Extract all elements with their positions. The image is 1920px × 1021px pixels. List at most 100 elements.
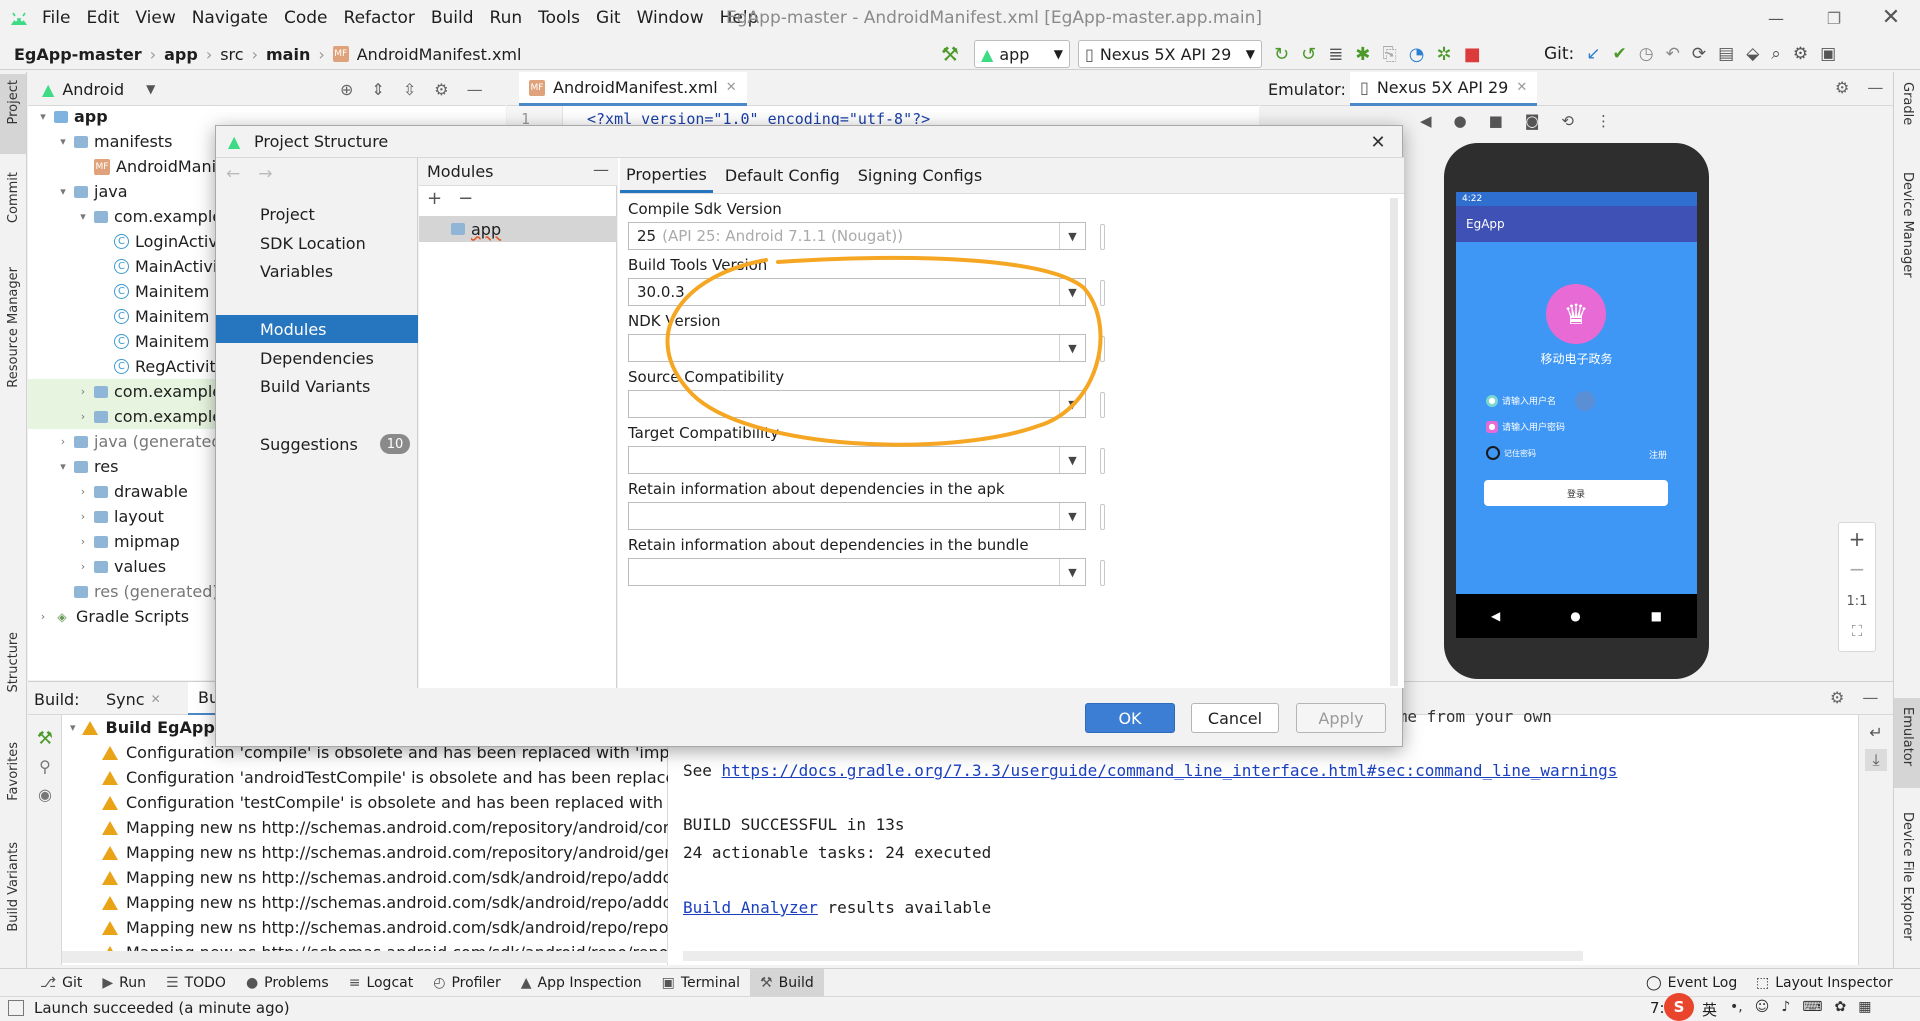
tool-tab-device-file-explorer[interactable]: Device File Explorer [1900, 812, 1915, 941]
breadcrumb-project[interactable]: EgApp-master [14, 45, 142, 64]
gradle-docs-link[interactable]: https://docs.gradle.org/7.3.3/userguide/… [722, 761, 1618, 780]
status-toggle-icon[interactable] [8, 1000, 24, 1016]
gear-icon[interactable]: ⚙ [1830, 688, 1844, 707]
sogou-ime-icon[interactable]: S [1664, 993, 1694, 1021]
debug-icon[interactable]: ✱ [1355, 44, 1370, 65]
menu-window[interactable]: Window [637, 8, 704, 28]
bottom-tab-logcat[interactable]: ≡ Logcat [339, 969, 424, 997]
chevron-icon[interactable]: › [76, 535, 90, 548]
back-icon[interactable]: ◀ [1420, 112, 1432, 130]
git-update-icon[interactable]: ↙ [1586, 44, 1600, 64]
git-commit-icon[interactable]: ✔ [1613, 44, 1627, 64]
gear-icon[interactable]: ⚙ [434, 80, 448, 99]
bottom-tab-build[interactable]: ⚒ Build [750, 969, 824, 997]
punctuation-icon[interactable]: •, [1730, 999, 1743, 1015]
emoji-icon[interactable]: ☺ [1755, 999, 1770, 1015]
username-field[interactable]: ● 请输入用户名 [1486, 394, 1556, 407]
bottom-tab-problems[interactable]: ● Problems [236, 969, 339, 997]
chevron-icon[interactable]: › [36, 610, 50, 623]
ide-update-icon[interactable]: ▣ [1820, 44, 1836, 64]
stop-icon[interactable]: ■ [1464, 44, 1481, 65]
tree-node[interactable]: ▾ java [56, 179, 127, 204]
tool-tab-commit[interactable]: Commit [6, 172, 21, 223]
add-module-icon[interactable]: + [427, 188, 442, 209]
run-config-select[interactable]: ▲ app ▼ [974, 40, 1070, 68]
chevron-icon[interactable]: › [76, 410, 90, 423]
bottom-tab-run[interactable]: ▶ Run [92, 969, 156, 997]
hammer-build-icon[interactable]: ⚒ [34, 727, 56, 749]
device-manager-icon[interactable]: ▤ [1718, 44, 1734, 64]
horizontal-scrollbar[interactable] [683, 951, 1583, 961]
event-log-tab[interactable]: ◯ Event Log [1636, 969, 1747, 997]
profile-icon[interactable]: ◔ [1409, 44, 1425, 65]
nav-suggestions[interactable]: Suggestions 10 [216, 430, 418, 458]
more-icon[interactable]: ⋮ [1596, 112, 1611, 130]
toolbox-icon[interactable]: ▦ [1858, 999, 1871, 1015]
nav-project[interactable]: Project [216, 200, 418, 228]
tree-node[interactable]: › drawable [76, 479, 188, 504]
close-tab-icon[interactable]: ✕ [151, 692, 161, 706]
menu-tools[interactable]: Tools [538, 8, 580, 28]
rerun-icon[interactable]: ↻ [1274, 44, 1289, 65]
menu-git[interactable]: Git [596, 8, 621, 28]
bottom-tab-terminal[interactable]: ▣ Terminal [652, 969, 750, 997]
build-tab-sync[interactable]: Sync ✕ [96, 682, 171, 716]
cancel-button[interactable]: Cancel [1191, 703, 1279, 733]
chevron-icon[interactable]: ▾ [36, 110, 50, 123]
fit-screen-icon[interactable]: ⛶ [1844, 618, 1870, 644]
tool-tab-structure[interactable]: Structure [6, 632, 21, 692]
tool-tab-device-manager[interactable]: Device Manager [1900, 172, 1915, 278]
breadcrumb-src[interactable]: src [220, 45, 243, 64]
hide-icon[interactable]: — [1867, 78, 1883, 97]
menu-build[interactable]: Build [431, 8, 474, 28]
editor-tab-manifest[interactable]: MF AndroidManifest.xml ✕ [519, 72, 747, 106]
menu-file[interactable]: File [42, 8, 70, 28]
tree-node[interactable]: C RegActivity [96, 354, 225, 379]
build-message[interactable]: Mapping new ns http://schemas.android.co… [62, 915, 668, 940]
coverage-icon[interactable]: ✲ [1437, 44, 1452, 65]
bottom-tab-app-inspection[interactable]: ▲ App Inspection [511, 969, 652, 997]
chevron-down-icon[interactable]: ▼ [146, 82, 155, 96]
tool-tab-favorites[interactable]: Favorites [6, 742, 21, 801]
gear-icon[interactable]: ⚙ [1793, 44, 1808, 64]
tree-node[interactable]: res (generated) [56, 579, 219, 604]
chevron-icon[interactable]: › [76, 485, 90, 498]
forward-arrow-icon[interactable]: → [258, 164, 272, 184]
device-select[interactable]: ▯ Nexus 5X API 29 ▼ [1078, 40, 1262, 68]
restore-icon[interactable]: ❐ [1822, 6, 1846, 30]
microphone-icon[interactable]: ♪ [1781, 999, 1790, 1015]
git-rollback-icon[interactable]: ↶ [1666, 44, 1680, 64]
sync-gradle-icon[interactable]: ⟳ [1692, 44, 1706, 64]
collapse-icon[interactable]: — [593, 160, 609, 179]
build-message[interactable]: Mapping new ns http://schemas.android.co… [62, 840, 668, 865]
build-console[interactable]: ngs and determine if they come from your… [668, 707, 1858, 965]
tree-node[interactable]: ▾ res [56, 454, 118, 479]
breadcrumb-app[interactable]: app [164, 45, 198, 64]
remember-checkbox[interactable]: 记住密码 [1486, 446, 1536, 460]
tree-node[interactable]: C MainActivity [96, 254, 233, 279]
snapshot-icon[interactable]: ⟲ [1561, 112, 1574, 130]
keyboard-icon[interactable]: ⌨ [1802, 999, 1822, 1015]
hide-icon[interactable]: — [467, 80, 483, 99]
tree-node[interactable]: C Mainitem [96, 329, 209, 354]
eye-icon[interactable]: ◉ [34, 783, 56, 805]
chevron-icon[interactable]: › [76, 385, 90, 398]
ime-language[interactable]: 英 [1702, 999, 1717, 1020]
minimize-icon[interactable]: — [1764, 6, 1788, 30]
menu-navigate[interactable]: Navigate [192, 8, 268, 28]
tree-node[interactable]: C Mainitem [96, 304, 209, 329]
build-message[interactable]: Mapping new ns http://schemas.android.co… [62, 865, 668, 890]
build-message[interactable]: Configuration 'androidTestCompile' is ob… [62, 765, 668, 790]
nav-sdk-location[interactable]: SDK Location [216, 229, 418, 257]
menu-code[interactable]: Code [284, 8, 328, 28]
tree-node[interactable]: ▾ com.example [76, 204, 222, 229]
sdk-manager-icon[interactable]: ⬙ [1746, 44, 1759, 64]
nav-dependencies[interactable]: Dependencies [216, 344, 418, 372]
tree-node[interactable]: ▾ manifests [56, 129, 172, 154]
overview-icon[interactable]: ■ [1651, 609, 1662, 623]
close-dialog-icon[interactable]: ✕ [1366, 130, 1390, 154]
pin-icon[interactable]: ⚲ [34, 755, 56, 777]
emulator-device-tab[interactable]: ▯ Nexus 5X API 29 ✕ [1350, 72, 1538, 106]
expand-all-icon[interactable]: ⇕ [371, 80, 384, 99]
chevron-icon[interactable]: › [76, 560, 90, 573]
